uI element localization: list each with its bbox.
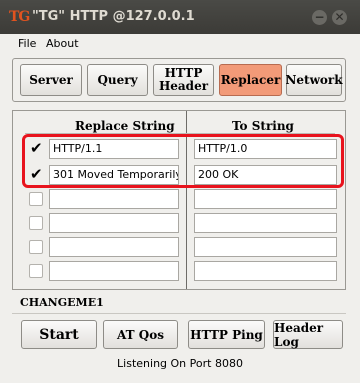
row-enable-checkbox[interactable]: [29, 264, 43, 278]
start-button[interactable]: Start: [21, 320, 97, 349]
highlight-annotation: [22, 134, 344, 188]
replacer-row: [13, 260, 347, 282]
menu-about[interactable]: About: [46, 37, 79, 50]
to-string-field[interactable]: [194, 213, 337, 233]
divider: [12, 313, 346, 314]
replacer-row: [13, 236, 347, 258]
tab-network[interactable]: Network: [285, 64, 343, 96]
tab-http-header-label: HTTP Header: [158, 66, 209, 93]
to-string-header: To String: [232, 119, 294, 133]
title-bar: TG "TG" HTTP @127.0.0.1 − ✕: [0, 0, 360, 34]
minimize-icon[interactable]: −: [312, 10, 327, 25]
row-enable-checkbox[interactable]: [29, 216, 43, 230]
window-title: "TG" HTTP @127.0.0.1: [32, 9, 195, 24]
to-string-field[interactable]: [194, 261, 337, 281]
replace-string-field[interactable]: [49, 261, 179, 281]
replacer-row: [13, 188, 347, 210]
row-enable-checkbox[interactable]: [29, 240, 43, 254]
tab-query[interactable]: Query: [87, 64, 148, 96]
row-enable-checkbox[interactable]: [29, 192, 43, 206]
tab-bar: Server Query HTTP Header Replacer Networ…: [12, 58, 346, 102]
replace-string-field[interactable]: [49, 237, 179, 257]
tab-replacer[interactable]: Replacer: [219, 64, 282, 96]
tab-server[interactable]: Server: [20, 64, 82, 96]
replace-string-field[interactable]: [49, 189, 179, 209]
header-log-button[interactable]: Header Log: [273, 320, 343, 349]
to-string-field[interactable]: [194, 189, 337, 209]
tab-http-header[interactable]: HTTP Header: [153, 64, 214, 96]
to-string-field[interactable]: [194, 237, 337, 257]
http-ping-button[interactable]: HTTP Ping: [188, 320, 265, 349]
at-qos-button[interactable]: AT Qos: [103, 320, 178, 349]
replace-string-field[interactable]: [49, 213, 179, 233]
config-name-label: CHANGEME1: [20, 296, 104, 309]
menu-bar: File About: [0, 34, 360, 54]
close-icon[interactable]: ✕: [332, 10, 347, 25]
app-logo-icon: TG: [9, 9, 30, 25]
replace-string-header: Replace String: [75, 119, 175, 133]
replacer-row: [13, 212, 347, 234]
status-bar: Listening On Port 8080: [117, 357, 243, 370]
menu-file[interactable]: File: [18, 37, 36, 50]
